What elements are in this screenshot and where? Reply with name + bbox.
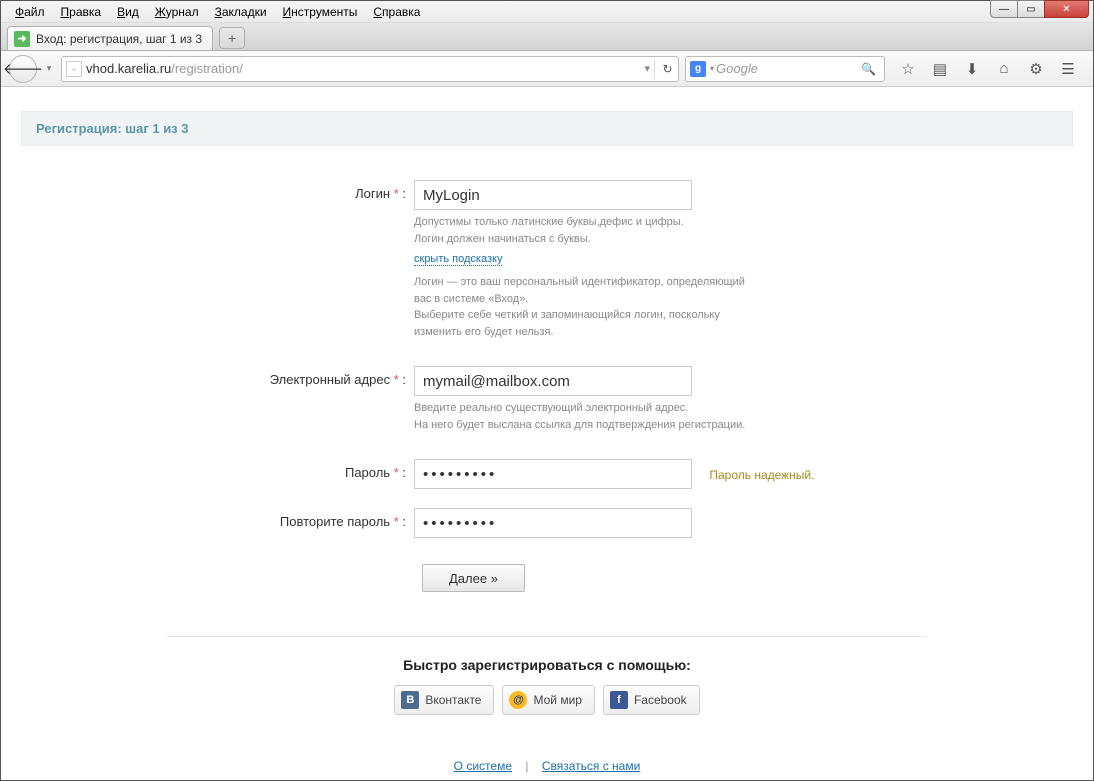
menu-help[interactable]: Справка xyxy=(365,3,428,21)
menu-view[interactable]: Вид xyxy=(109,3,147,21)
tab-title: Вход: регистрация, шаг 1 из 3 xyxy=(36,32,202,46)
back-button[interactable]: 🡐 xyxy=(9,55,37,83)
downloads-icon[interactable]: ⬇ xyxy=(963,60,981,78)
row-password-repeat: Повторите пароль * : xyxy=(21,508,1073,538)
bookmarks-list-icon[interactable]: ▤ xyxy=(931,60,949,78)
login-input[interactable] xyxy=(414,180,692,210)
social-facebook-label: Facebook xyxy=(634,693,687,707)
footer-divider: | xyxy=(525,759,528,773)
password-label: Пароль * : xyxy=(21,459,414,490)
maximize-button[interactable]: ▭ xyxy=(1017,0,1045,18)
menu-bookmarks[interactable]: Закладки xyxy=(207,3,275,21)
search-bar[interactable]: g ▾ Google 🔍 xyxy=(685,56,885,82)
password-repeat-label: Повторите пароль * : xyxy=(21,508,414,538)
about-link[interactable]: О системе xyxy=(454,759,512,773)
history-dropdown-icon[interactable]: ▾ xyxy=(43,63,55,74)
separator xyxy=(167,636,927,637)
social-title: Быстро зарегистрироваться с помощью: xyxy=(21,657,1073,673)
social-moimir-label: Мой мир xyxy=(533,693,581,707)
login-hint-1: Допустимы только латинские буквы,дефис и… xyxy=(414,214,754,247)
password-strength-note: Пароль надежный. xyxy=(709,460,814,490)
page-title: Регистрация: шаг 1 из 3 xyxy=(21,111,1073,146)
email-hint: Введите реально существующий электронный… xyxy=(414,400,794,433)
site-identity-icon[interactable]: ▫ xyxy=(66,61,82,77)
new-tab-button[interactable]: + xyxy=(219,27,245,49)
vk-icon: B xyxy=(401,691,419,709)
page: Регистрация: шаг 1 из 3 Логин * : Допуст… xyxy=(3,87,1091,778)
email-input[interactable] xyxy=(414,366,692,396)
login-label: Логин * : xyxy=(21,180,414,340)
nav-toolbar: 🡐 ▾ ▫ vhod.karelia.ru/registration/ ▾ ↻ … xyxy=(1,51,1093,87)
menu-file[interactable]: Файл xyxy=(7,3,53,21)
minimize-button[interactable]: — xyxy=(990,0,1018,18)
password-input[interactable] xyxy=(414,459,692,489)
url-bar[interactable]: ▫ vhod.karelia.ru/registration/ ▾ ↻ xyxy=(61,56,679,82)
row-login: Логин * : Допустимы только латинские бук… xyxy=(21,180,1073,340)
search-placeholder: Google xyxy=(716,61,857,76)
row-password: Пароль * : Пароль надежный. xyxy=(21,459,1073,490)
addon-icon[interactable]: ⚙ xyxy=(1027,60,1045,78)
social-block: Быстро зарегистрироваться с помощью: B Вк… xyxy=(21,657,1073,715)
footer-links: О системе | Связаться с нами xyxy=(21,759,1073,773)
social-vk-label: Вконтакте xyxy=(425,693,481,707)
content-viewport: Регистрация: шаг 1 из 3 Логин * : Допуст… xyxy=(3,87,1091,778)
menu-history[interactable]: Журнал xyxy=(147,3,207,21)
submit-row: Далее » xyxy=(422,564,1073,592)
next-button[interactable]: Далее » xyxy=(422,564,525,592)
social-moimir-button[interactable]: @ Мой мир xyxy=(502,685,594,715)
social-vk-button[interactable]: B Вконтакте xyxy=(394,685,494,715)
menu-edit[interactable]: Правка xyxy=(53,3,110,21)
login-hint-2: Логин — это ваш персональный идентификат… xyxy=(414,274,754,340)
moimir-icon: @ xyxy=(509,691,527,709)
content-scroll[interactable]: Регистрация: шаг 1 из 3 Логин * : Допуст… xyxy=(3,87,1091,778)
url-dropdown-icon[interactable]: ▾ xyxy=(640,62,654,75)
email-label: Электронный адрес * : xyxy=(21,366,414,433)
window-controls: — ▭ ✕ xyxy=(991,0,1089,18)
facebook-icon: f xyxy=(610,691,628,709)
toolbar-icons: ☆ ▤ ⬇ ⌂ ⚙ ☰ xyxy=(891,60,1085,78)
toggle-hint-link[interactable]: скрыть подсказку xyxy=(414,253,502,266)
tab-active[interactable]: ➜ Вход: регистрация, шаг 1 из 3 xyxy=(7,26,213,50)
row-email: Электронный адрес * : Введите реально су… xyxy=(21,366,1073,433)
menu-tools[interactable]: Инструменты xyxy=(275,3,366,21)
menu-icon[interactable]: ☰ xyxy=(1059,60,1077,78)
password-repeat-input[interactable] xyxy=(414,508,692,538)
search-go-icon[interactable]: 🔍 xyxy=(857,62,880,76)
menubar: Файл Правка Вид Журнал Закладки Инструме… xyxy=(1,1,1093,23)
close-button[interactable]: ✕ xyxy=(1044,0,1089,18)
search-engine-caret-icon[interactable]: ▾ xyxy=(710,64,714,73)
home-icon[interactable]: ⌂ xyxy=(995,60,1013,77)
google-icon[interactable]: g xyxy=(690,61,706,77)
bookmark-star-icon[interactable]: ☆ xyxy=(899,60,917,78)
contact-link[interactable]: Связаться с нами xyxy=(542,759,640,773)
url-text: vhod.karelia.ru/registration/ xyxy=(86,61,640,76)
tab-bar: ➜ Вход: регистрация, шаг 1 из 3 + xyxy=(1,23,1093,51)
browser-window: Файл Правка Вид Журнал Закладки Инструме… xyxy=(0,0,1094,781)
social-facebook-button[interactable]: f Facebook xyxy=(603,685,700,715)
reload-button[interactable]: ↻ xyxy=(654,59,674,79)
tab-favicon-icon: ➜ xyxy=(14,31,30,47)
